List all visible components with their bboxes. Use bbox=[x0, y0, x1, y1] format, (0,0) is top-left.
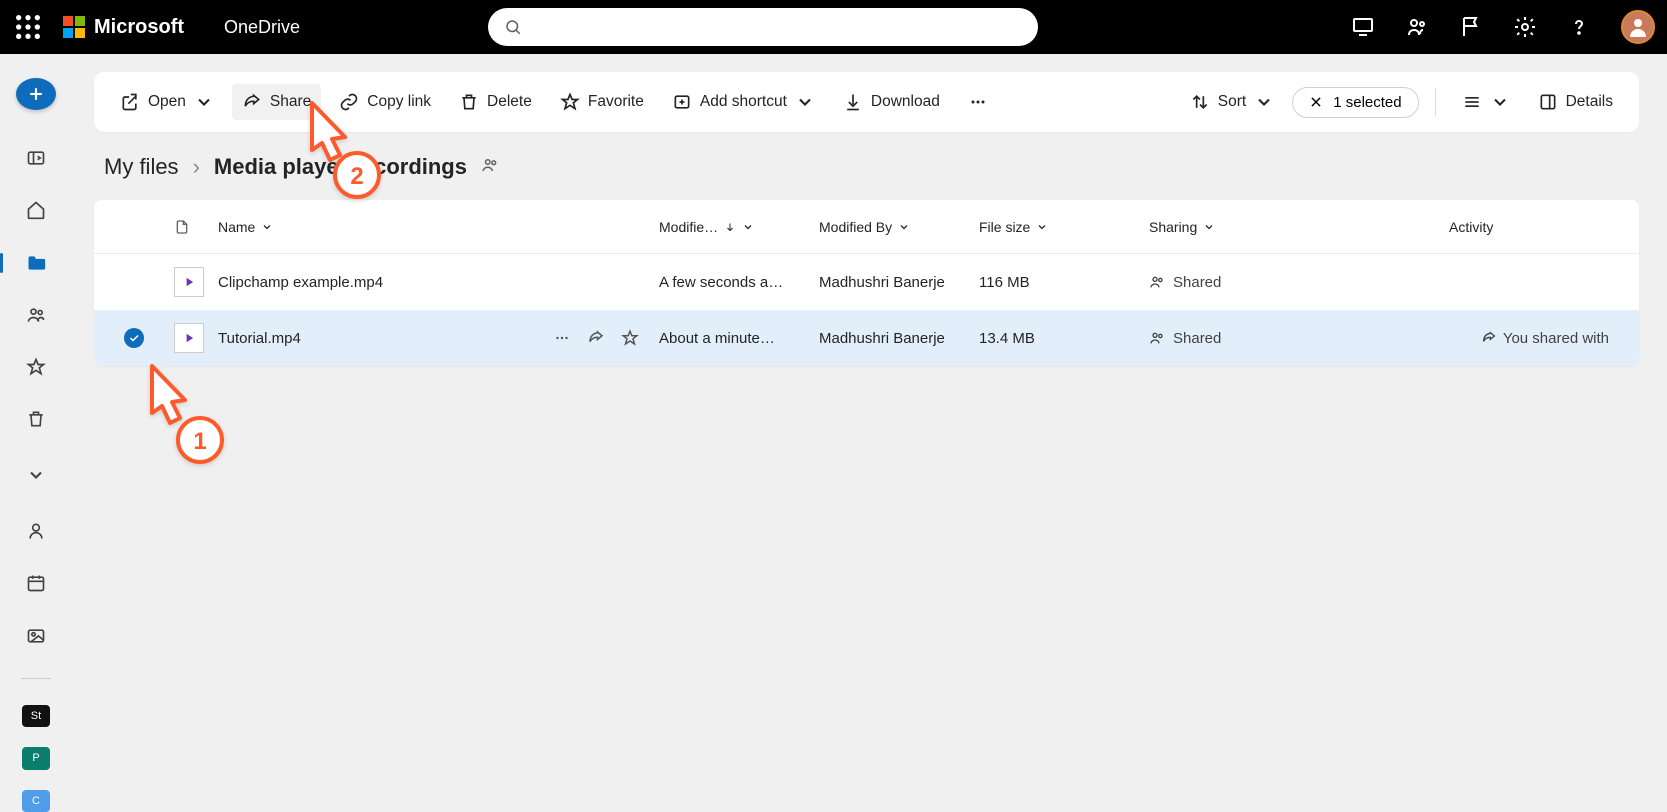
chevron-down-icon bbox=[1490, 92, 1510, 112]
microsoft-logo[interactable]: Microsoft bbox=[62, 15, 184, 39]
link-icon bbox=[339, 92, 359, 112]
file-name[interactable]: Clipchamp example.mp4 bbox=[218, 274, 383, 291]
delete-icon bbox=[459, 92, 479, 112]
col-name[interactable]: Name bbox=[218, 219, 659, 235]
modified-by-cell: Madhushri Banerje bbox=[819, 330, 979, 347]
row-checkbox[interactable] bbox=[124, 328, 144, 348]
flag-icon[interactable] bbox=[1459, 15, 1483, 39]
sidebar-shared-icon[interactable] bbox=[16, 299, 56, 331]
chevron-down-icon bbox=[194, 92, 214, 112]
sort-button[interactable]: Sort bbox=[1180, 84, 1284, 120]
overflow-button[interactable] bbox=[958, 84, 998, 120]
download-button[interactable]: Download bbox=[833, 84, 950, 120]
sidebar-recycle-icon[interactable] bbox=[16, 403, 56, 435]
details-button[interactable]: Details bbox=[1528, 84, 1623, 120]
selection-pill[interactable]: 1 selected bbox=[1292, 87, 1418, 118]
app-name[interactable]: OneDrive bbox=[224, 17, 300, 38]
people-icon bbox=[1149, 274, 1165, 290]
col-modified-by[interactable]: Modified By bbox=[819, 219, 979, 235]
sidebar-files-icon[interactable] bbox=[16, 246, 56, 278]
breadcrumb-root[interactable]: My files bbox=[104, 154, 179, 180]
command-bar: Open Share Copy link Delete Favorite bbox=[94, 72, 1639, 132]
breadcrumb: My files › Media player recordings bbox=[104, 154, 1639, 180]
star-icon bbox=[560, 92, 580, 112]
settings-icon[interactable] bbox=[1513, 15, 1537, 39]
more-icon bbox=[968, 92, 988, 112]
sidebar-tile-b[interactable]: P bbox=[22, 747, 50, 770]
close-icon[interactable] bbox=[1309, 95, 1323, 109]
sidebar-calendar-icon[interactable] bbox=[16, 567, 56, 599]
sidebar-photos-icon[interactable] bbox=[16, 620, 56, 652]
view-switch-button[interactable] bbox=[1452, 84, 1520, 120]
share-icon[interactable] bbox=[587, 329, 605, 347]
chevron-right-icon: › bbox=[193, 154, 200, 180]
video-icon bbox=[174, 323, 204, 353]
share-button[interactable]: Share bbox=[232, 84, 321, 120]
avatar[interactable] bbox=[1621, 10, 1655, 44]
chevron-down-icon bbox=[795, 92, 815, 112]
share-icon bbox=[242, 92, 262, 112]
search-icon bbox=[504, 18, 522, 36]
sidebar-home-icon[interactable] bbox=[16, 194, 56, 226]
more-icon[interactable] bbox=[553, 329, 571, 347]
modified-cell: About a minute… bbox=[659, 330, 819, 347]
screen-icon[interactable] bbox=[1351, 15, 1375, 39]
table-row[interactable]: Tutorial.mp4 About a minute… Madhushri B… bbox=[94, 310, 1639, 366]
file-name[interactable]: Tutorial.mp4 bbox=[218, 330, 553, 347]
size-cell: 116 MB bbox=[979, 274, 1149, 291]
search-input[interactable] bbox=[530, 19, 1022, 36]
download-icon bbox=[843, 92, 863, 112]
sidebar-tile-a[interactable]: St bbox=[22, 705, 50, 728]
sort-icon bbox=[1190, 92, 1210, 112]
people-icon[interactable] bbox=[481, 156, 499, 179]
teams-icon[interactable] bbox=[1405, 15, 1429, 39]
app-launcher-icon[interactable] bbox=[12, 11, 44, 43]
share-icon bbox=[1481, 330, 1497, 346]
table-row[interactable]: Clipchamp example.mp4 A few seconds a… M… bbox=[94, 254, 1639, 310]
sharing-cell[interactable]: Shared bbox=[1149, 330, 1449, 347]
copy-link-button[interactable]: Copy link bbox=[329, 84, 441, 120]
col-sharing[interactable]: Sharing bbox=[1149, 219, 1449, 235]
col-activity[interactable]: Activity bbox=[1449, 219, 1609, 235]
search-box[interactable] bbox=[488, 8, 1038, 46]
add-new-button[interactable] bbox=[16, 78, 56, 110]
file-list: Name Modifie… Modified By File size Shar… bbox=[94, 200, 1639, 366]
open-icon bbox=[120, 92, 140, 112]
delete-button[interactable]: Delete bbox=[449, 84, 542, 120]
add-shortcut-button[interactable]: Add shortcut bbox=[662, 84, 825, 120]
left-sidebar: St P C bbox=[0, 54, 72, 812]
chevron-down-icon bbox=[1254, 92, 1274, 112]
sharing-cell[interactable]: Shared bbox=[1149, 274, 1449, 291]
sidebar-tile-c[interactable]: C bbox=[22, 790, 50, 812]
sidebar-expand-icon[interactable] bbox=[16, 459, 56, 491]
modified-by-cell: Madhushri Banerje bbox=[819, 274, 979, 291]
video-icon bbox=[174, 267, 204, 297]
breadcrumb-current[interactable]: Media player recordings bbox=[214, 154, 467, 180]
global-header: Microsoft OneDrive bbox=[0, 0, 1667, 54]
sidebar-people-icon[interactable] bbox=[16, 515, 56, 547]
size-cell: 13.4 MB bbox=[979, 330, 1149, 347]
star-icon[interactable] bbox=[621, 329, 639, 347]
col-modified[interactable]: Modifie… bbox=[659, 219, 819, 235]
favorite-button[interactable]: Favorite bbox=[550, 84, 654, 120]
activity-cell: You shared with bbox=[1449, 330, 1609, 347]
col-size[interactable]: File size bbox=[979, 219, 1149, 235]
open-button[interactable]: Open bbox=[110, 84, 224, 120]
table-header: Name Modifie… Modified By File size Shar… bbox=[94, 200, 1639, 254]
details-icon bbox=[1538, 92, 1558, 112]
col-type-icon[interactable] bbox=[174, 217, 218, 237]
sidebar-collapse-icon[interactable] bbox=[16, 142, 56, 174]
modified-cell: A few seconds a… bbox=[659, 274, 819, 291]
brand-text: Microsoft bbox=[94, 16, 184, 39]
list-view-icon bbox=[1462, 92, 1482, 112]
shortcut-icon bbox=[672, 92, 692, 112]
main-content: Open Share Copy link Delete Favorite bbox=[72, 54, 1667, 812]
people-icon bbox=[1149, 330, 1165, 346]
help-icon[interactable] bbox=[1567, 15, 1591, 39]
sidebar-favorites-icon[interactable] bbox=[16, 351, 56, 383]
